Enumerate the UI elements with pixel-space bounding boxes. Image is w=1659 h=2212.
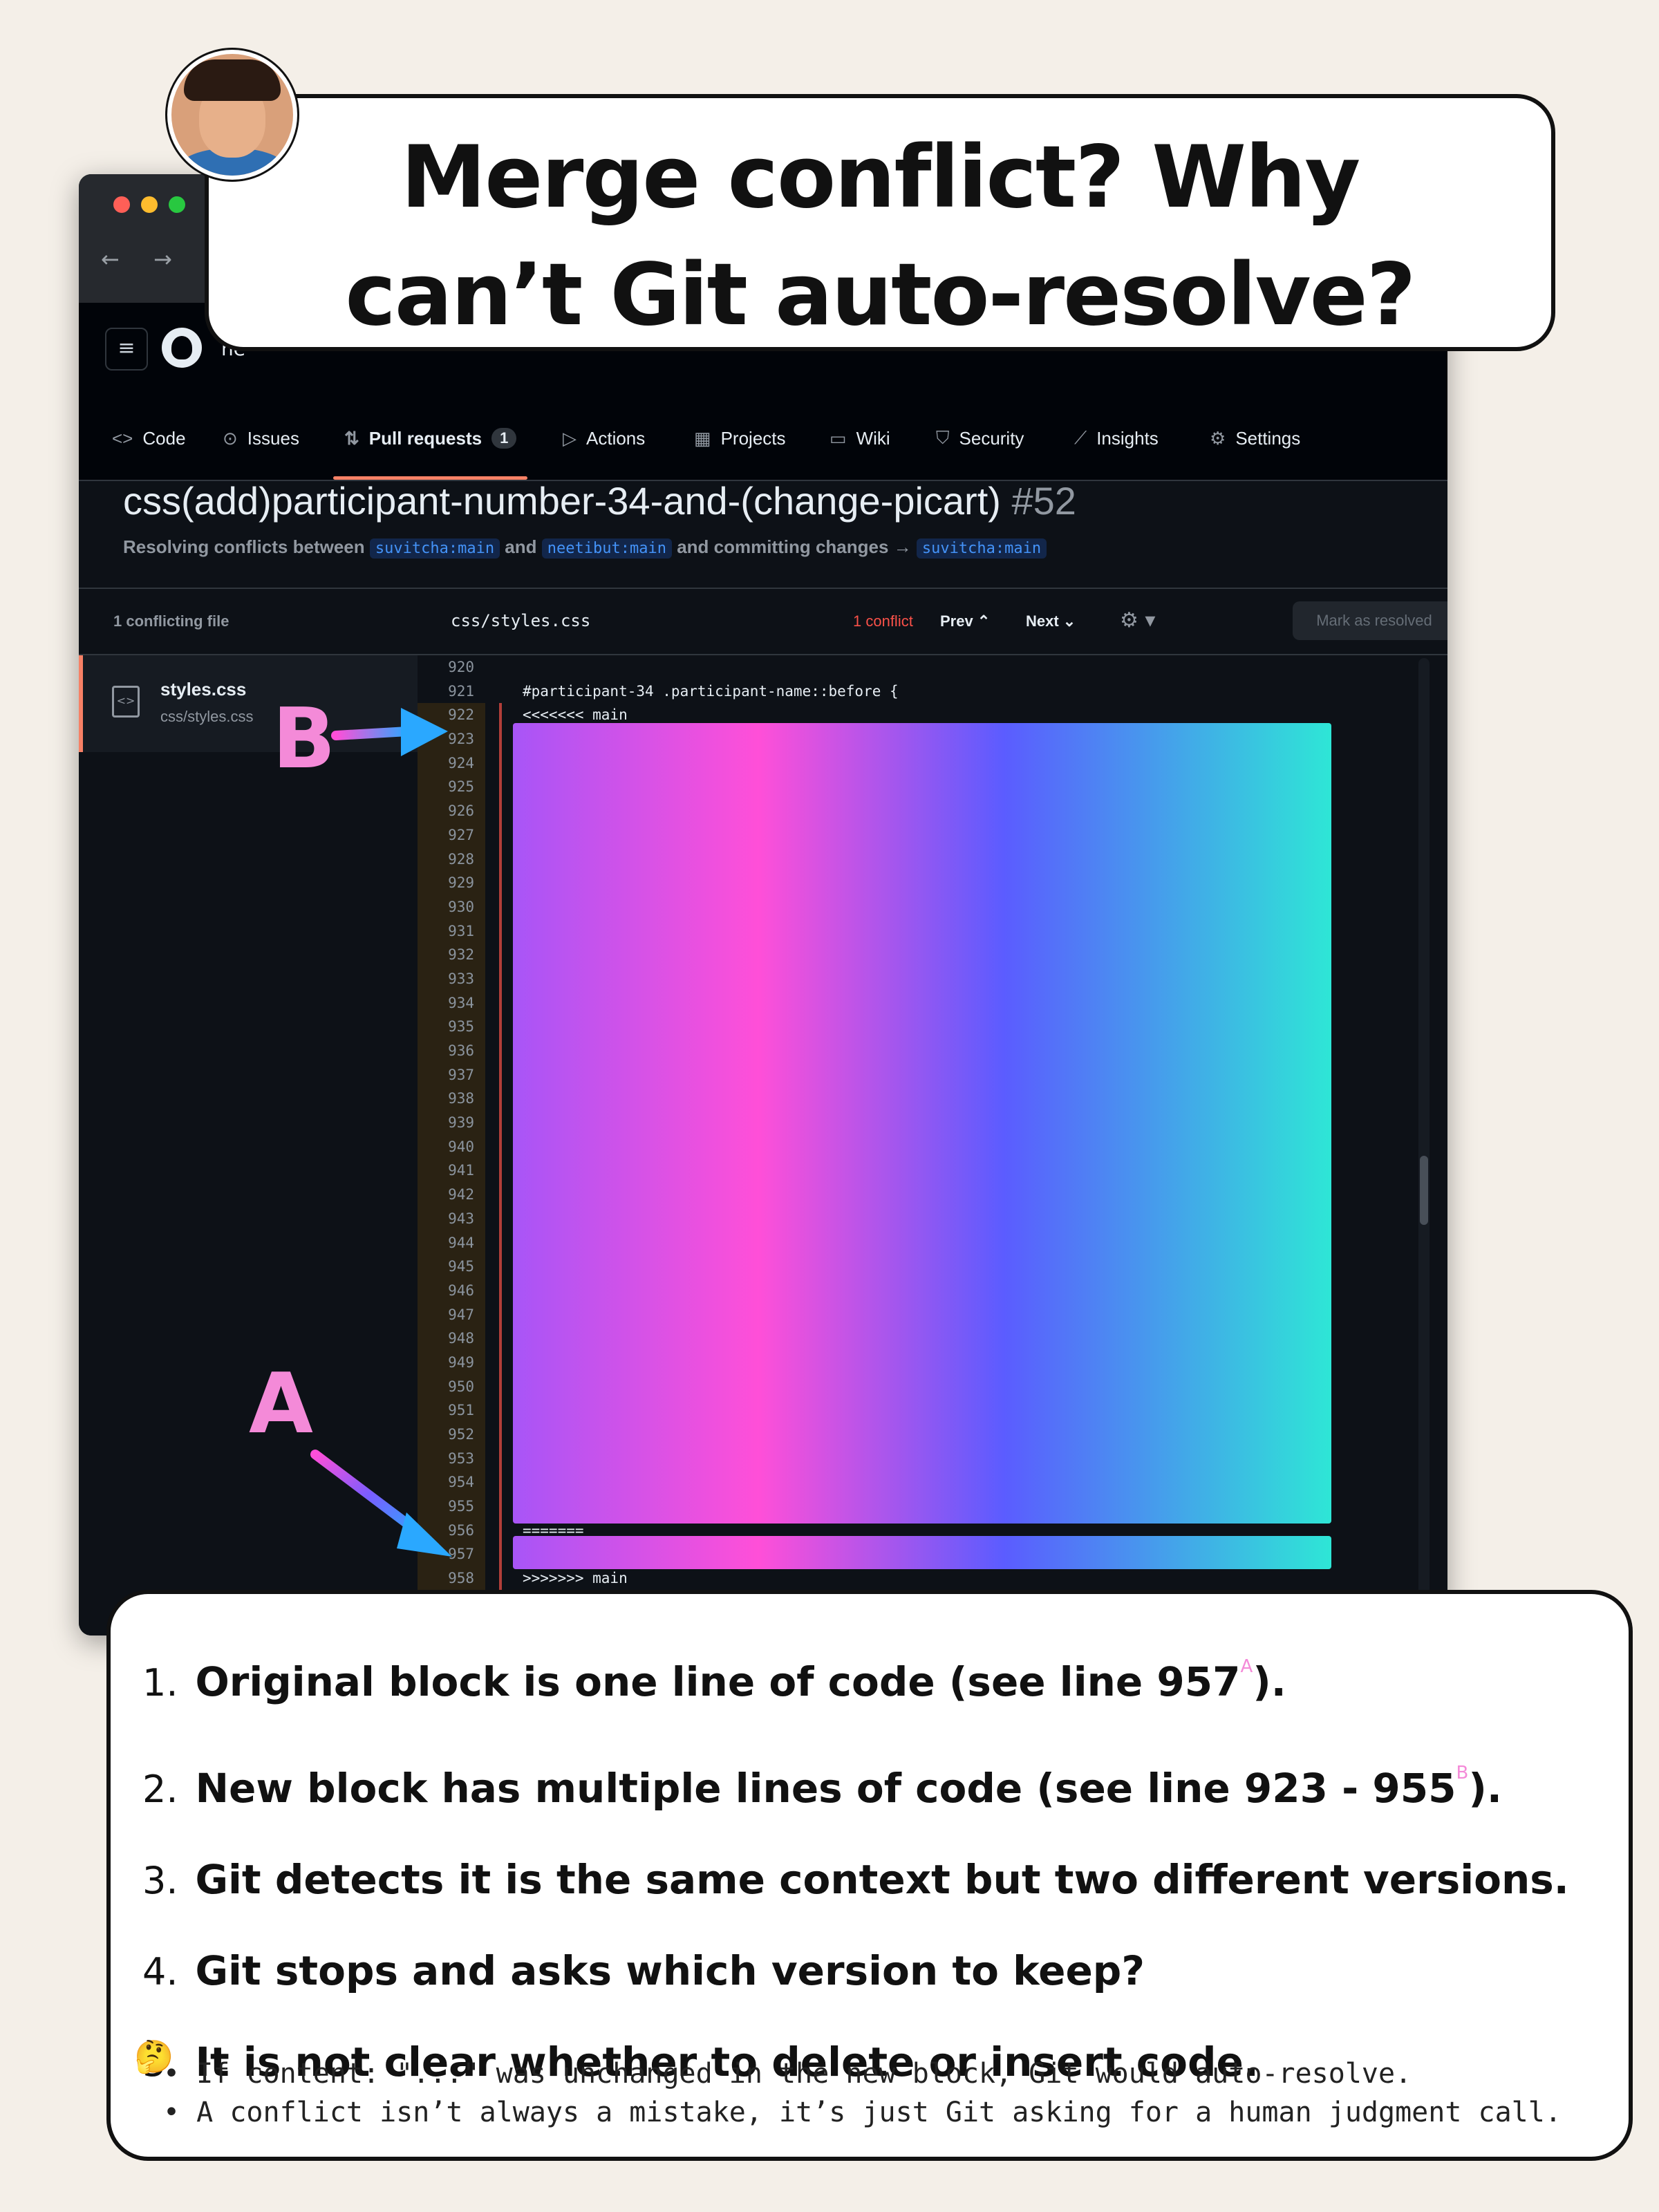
headline: Merge conflict? Why can’t Git auto-resol… [209,119,1551,354]
headline-line-1: Merge conflict? Why [400,128,1360,227]
explanation-bubble: 1. Original block is one line of code (s… [106,1590,1633,2161]
explanation-item: 1. Original block is one line of code (s… [142,1656,1286,1705]
footnote-a: A [1240,1656,1253,1677]
arrow-a-icon [310,1450,452,1557]
note-item: A conflict isn’t always a mistake, it’s … [163,2093,1562,2132]
author-avatar [167,50,297,180]
note-item: If content: "..." was unchanged in the n… [163,2054,1562,2093]
marker-b: B [272,691,336,787]
footnote-b: B [1456,1763,1469,1783]
headline-bubble: Merge conflict? Why can’t Git auto-resol… [205,94,1555,351]
explanation-item: 3. Git detects it is the same context bu… [142,1856,1569,1903]
arrow-b-icon [331,708,448,756]
explanation-item: 4. Git stops and asks which version to k… [142,1947,1145,1994]
note-list: If content: "..." was unchanged in the n… [163,2054,1562,2132]
marker-a: A [249,1356,313,1452]
explanation-item: 2. New block has multiple lines of code … [142,1763,1502,1812]
headline-line-2: can’t Git auto-resolve? [345,245,1416,345]
explanation-list: 1. Original block is one line of code (s… [142,1622,1569,2108]
